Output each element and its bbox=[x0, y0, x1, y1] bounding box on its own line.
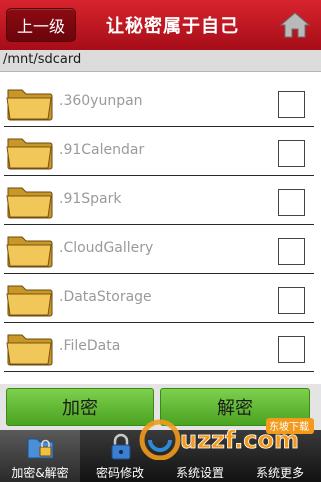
list-item[interactable]: .FileData bbox=[4, 323, 314, 372]
watermark-tagline: 东坡下载 bbox=[269, 420, 309, 433]
file-list: .360yunpan .91Calendar .91Spark .CloudGa… bbox=[0, 72, 321, 384]
tab-label: 加密&解密 bbox=[11, 466, 69, 480]
tab-label: 密码修改 bbox=[95, 466, 144, 480]
tab-encrypt-decrypt[interactable]: 加密&解密 bbox=[0, 430, 80, 482]
folder-icon bbox=[6, 285, 53, 317]
file-name: .CloudGallery bbox=[59, 240, 154, 256]
file-name: .DataStorage bbox=[59, 289, 152, 305]
encrypt-button[interactable]: 加密 bbox=[6, 388, 154, 426]
folder-icon bbox=[6, 89, 53, 121]
folder-lock-icon bbox=[27, 438, 54, 459]
back-button[interactable]: 上一级 bbox=[6, 8, 76, 42]
page-title: 让秘密属于自己 bbox=[106, 16, 239, 37]
select-checkbox[interactable] bbox=[278, 238, 305, 265]
title-bar: 上一级 让秘密属于自己 bbox=[0, 0, 321, 50]
file-name: .360yunpan bbox=[59, 93, 143, 109]
folder-icon bbox=[6, 138, 53, 170]
list-item[interactable]: .DataStorage bbox=[4, 274, 314, 323]
select-checkbox[interactable] bbox=[278, 336, 305, 363]
home-icon[interactable] bbox=[279, 12, 311, 38]
folder-icon bbox=[6, 334, 53, 366]
padlock-icon bbox=[111, 433, 131, 460]
folder-icon bbox=[6, 236, 53, 268]
select-checkbox[interactable] bbox=[278, 140, 305, 167]
file-name: .91Spark bbox=[59, 191, 122, 207]
path-bar: /mnt/sdcard bbox=[0, 50, 321, 72]
list-item[interactable]: .CloudGallery bbox=[4, 225, 314, 274]
list-item[interactable]: .91Calendar bbox=[4, 127, 314, 176]
watermark-logo: uzzf.com 东坡下载 bbox=[139, 418, 314, 460]
list-item[interactable]: .91Spark bbox=[4, 176, 314, 225]
select-checkbox[interactable] bbox=[278, 189, 305, 216]
file-name: .91Calendar bbox=[59, 142, 145, 158]
folder-icon bbox=[6, 187, 53, 219]
tab-label: 系统设置 bbox=[175, 466, 224, 480]
file-name: .FileData bbox=[59, 338, 121, 354]
list-item[interactable]: .360yunpan bbox=[4, 78, 314, 127]
select-checkbox[interactable] bbox=[278, 287, 305, 314]
tab-label: 系统更多 bbox=[255, 466, 304, 480]
current-path: /mnt/sdcard bbox=[3, 52, 82, 67]
select-checkbox[interactable] bbox=[278, 91, 305, 118]
